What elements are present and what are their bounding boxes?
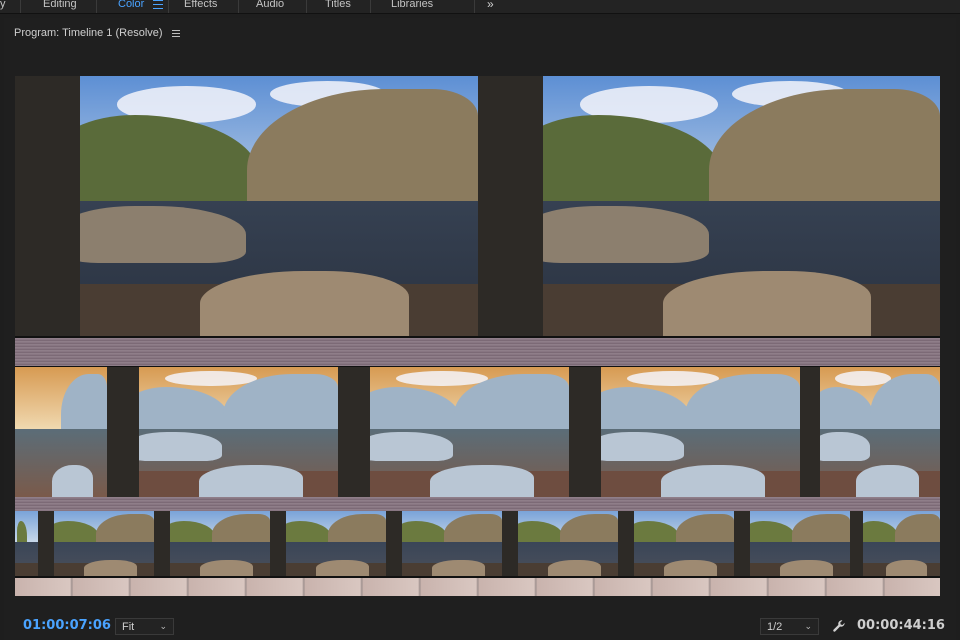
chevron-down-icon: ⌄ — [804, 621, 812, 631]
workspace-separator — [96, 0, 97, 13]
chevron-down-icon: ⌄ — [159, 621, 167, 631]
wood-texture-strip — [15, 497, 940, 511]
program-video-frame[interactable] — [15, 76, 940, 596]
video-tile-small — [734, 511, 850, 576]
video-tile-medium — [800, 367, 940, 497]
video-tile-small — [270, 511, 386, 576]
video-tile-small — [15, 511, 38, 576]
wood-texture-strip — [15, 338, 940, 366]
workspace-separator — [370, 0, 371, 13]
video-tile-medium — [15, 367, 107, 497]
duration-timecode: 00:00:44:16 — [857, 618, 945, 633]
video-tile-small — [850, 511, 940, 576]
playhead-timecode[interactable]: 01:00:07:06 — [23, 618, 111, 633]
tab-audio[interactable]: Audio — [256, 0, 284, 10]
more-workspaces-icon[interactable]: » — [487, 0, 494, 11]
video-tile-large — [478, 76, 940, 336]
workspace-tab-fragment: y — [0, 0, 6, 10]
video-tile-medium — [338, 367, 569, 497]
video-tile-small — [38, 511, 154, 576]
playback-resolution-select[interactable]: 1/2 ⌄ — [760, 618, 819, 635]
workspace-separator — [306, 0, 307, 13]
tab-libraries[interactable]: Libraries — [391, 0, 433, 10]
video-tile-medium — [569, 367, 800, 497]
workspace-separator — [168, 0, 169, 13]
workspace-separator — [20, 0, 21, 13]
video-tile-medium — [107, 367, 338, 497]
video-tile-small — [502, 511, 618, 576]
tile-texture-strip — [15, 578, 940, 596]
video-tile-small — [154, 511, 270, 576]
wrench-icon[interactable] — [832, 619, 846, 633]
zoom-level-value: Fit — [122, 621, 135, 633]
workspace-separator — [238, 0, 239, 13]
panel-title: Program: Timeline 1 (Resolve) — [14, 27, 163, 39]
tab-editing[interactable]: Editing — [43, 0, 77, 10]
tab-effects[interactable]: Effects — [184, 0, 217, 10]
playback-resolution-value: 1/2 — [767, 621, 783, 633]
workspace-bar: y Editing Color Effects Audio Titles Lib… — [0, 0, 960, 14]
tab-titles[interactable]: Titles — [325, 0, 351, 10]
color-tab-menu-icon[interactable] — [153, 0, 163, 9]
zoom-level-select[interactable]: Fit ⌄ — [115, 618, 174, 635]
workspace-separator — [474, 0, 475, 13]
tab-color[interactable]: Color — [118, 0, 144, 10]
video-tile-small — [618, 511, 734, 576]
hamburger-menu-icon[interactable] — [172, 30, 180, 39]
video-tile-large — [15, 76, 478, 336]
video-tile-small — [386, 511, 502, 576]
